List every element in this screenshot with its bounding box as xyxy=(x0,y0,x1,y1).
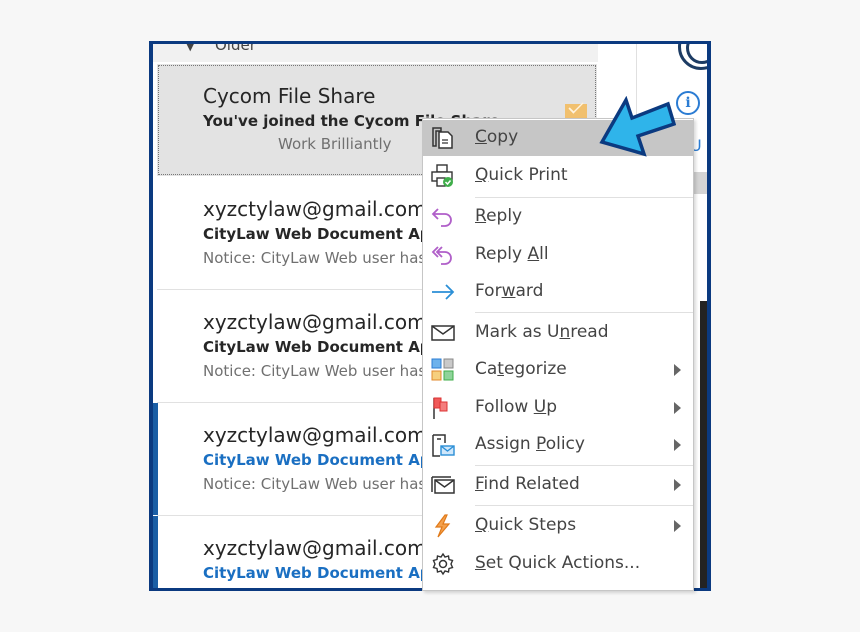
menu-item-label: Assign Policy xyxy=(475,434,585,454)
group-label: Older xyxy=(215,44,256,54)
submenu-arrow-icon xyxy=(674,439,681,451)
find-related-icon xyxy=(431,476,455,494)
message-preview: Notice: CityLaw Web user has xyxy=(203,475,427,493)
menu-item-label: Forward xyxy=(475,281,544,301)
message-preview: Notice: CityLaw Web user has xyxy=(203,362,427,380)
scrollbar[interactable] xyxy=(700,301,707,588)
menu-item-label: Categorize xyxy=(475,359,567,379)
menu-item-label: Reply xyxy=(475,206,523,226)
message-preview: Notice: CityLaw Web user has xyxy=(203,249,427,267)
submenu-arrow-icon xyxy=(674,479,681,491)
message-sender: xyzctylaw@gmail.com xyxy=(203,197,427,221)
reply-icon xyxy=(431,208,452,227)
menu-item-set-quick-actions[interactable]: Set Quick Actions... xyxy=(423,546,693,582)
group-header-older[interactable]: ▼ Older xyxy=(153,44,598,62)
categorize-icon xyxy=(431,358,454,381)
menu-item-label: Mark as Unread xyxy=(475,322,609,342)
menu-separator xyxy=(475,505,693,506)
submenu-arrow-icon xyxy=(674,402,681,414)
unread-indicator xyxy=(153,516,158,588)
unread-indicator xyxy=(153,403,158,515)
annotation-arrow-icon xyxy=(599,96,676,157)
menu-item-forward[interactable]: Forward xyxy=(423,274,693,310)
submenu-arrow-icon xyxy=(674,364,681,376)
chevron-down-icon: ▼ xyxy=(186,44,195,53)
menu-item-reply[interactable]: Reply xyxy=(423,199,693,235)
menu-item-label: Reply All xyxy=(475,244,549,264)
menu-separator xyxy=(475,312,693,313)
context-menu: Copy Quick Print Reply Reply All Forward… xyxy=(422,118,694,591)
message-sender: xyzctylaw@gmail.com xyxy=(203,423,427,447)
menu-item-reply-all[interactable]: Reply All xyxy=(423,237,693,273)
menu-item-quick-steps[interactable]: Quick Steps xyxy=(423,508,693,544)
menu-item-mark-unread[interactable]: Mark as Unread xyxy=(423,315,693,351)
message-sender: Cycom File Share xyxy=(203,84,376,108)
message-sender: xyzctylaw@gmail.com xyxy=(203,310,427,334)
menu-item-label: Find Related xyxy=(475,474,580,494)
menu-item-label: Follow Up xyxy=(475,397,557,417)
menu-item-label: Set Quick Actions... xyxy=(475,553,641,573)
quick-print-icon xyxy=(431,164,453,187)
menu-item-label: Quick Steps xyxy=(475,515,577,535)
info-icon[interactable]: i xyxy=(676,91,700,115)
assign-policy-icon xyxy=(432,434,455,457)
menu-item-label: Copy xyxy=(475,127,519,147)
menu-separator xyxy=(475,197,693,198)
copy-icon xyxy=(432,127,453,149)
mark-unread-icon xyxy=(431,325,455,341)
menu-item-quick-print[interactable]: Quick Print xyxy=(423,158,693,194)
forward-icon xyxy=(432,284,455,300)
message-sender: xyzctylaw@gmail.com xyxy=(203,536,427,560)
message-preview: Work Brilliantly xyxy=(278,135,392,153)
submenu-arrow-icon xyxy=(674,520,681,532)
menu-item-categorize[interactable]: Categorize xyxy=(423,352,693,388)
lightning-icon xyxy=(434,514,451,538)
menu-item-find-related[interactable]: Find Related xyxy=(423,467,693,503)
menu-item-assign-policy[interactable]: Assign Policy xyxy=(423,427,693,463)
menu-separator xyxy=(475,465,693,466)
menu-item-follow-up[interactable]: Follow Up xyxy=(423,390,693,426)
reply-all-icon xyxy=(431,246,452,265)
gear-icon xyxy=(432,552,454,576)
flag-icon xyxy=(433,397,448,419)
menu-item-label: Quick Print xyxy=(475,165,568,185)
